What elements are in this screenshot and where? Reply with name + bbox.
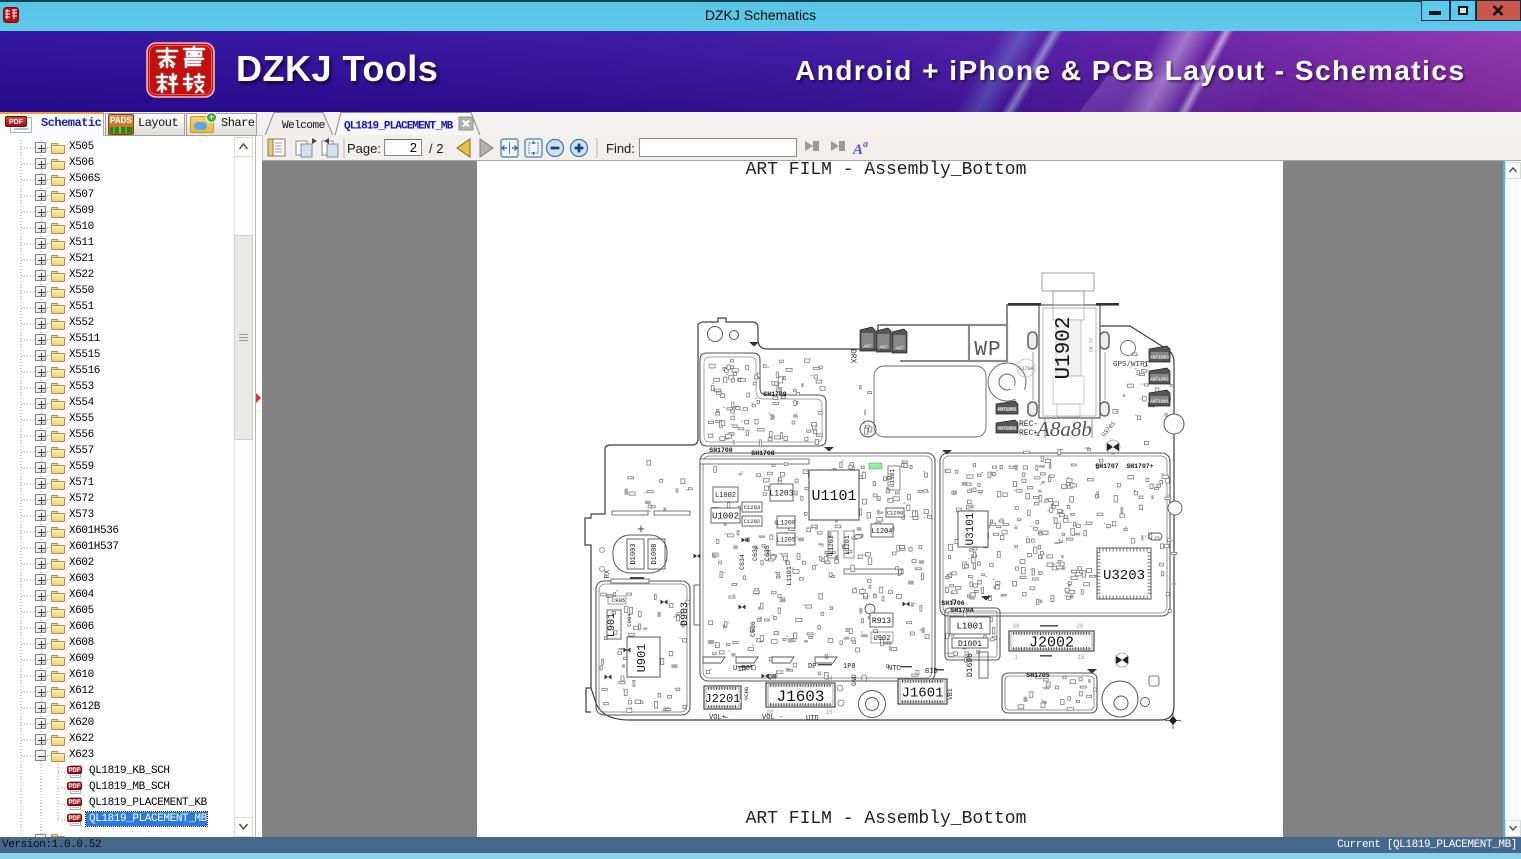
- svg-text:C633: C633: [752, 545, 759, 561]
- svg-text:DP: DP: [808, 663, 816, 671]
- svg-text:SH1706: SH1706: [941, 600, 965, 607]
- svg-text:U901: U901: [635, 644, 649, 673]
- svg-text:D1008: D1008: [651, 543, 659, 564]
- svg-text:VB1: VB1: [947, 688, 954, 700]
- svg-text:15: 15: [825, 709, 833, 716]
- svg-text:XX NO: XX NO: [1087, 337, 1093, 352]
- svg-text:a: a: [863, 139, 868, 150]
- svg-text:D903: D903: [680, 602, 691, 626]
- svg-text:20: 20: [1076, 623, 1084, 630]
- svg-text:ANT: ANT: [895, 346, 903, 352]
- svg-text:DRX: DRX: [848, 349, 857, 364]
- svg-text:U3203: U3203: [1103, 568, 1145, 584]
- svg-text:VCHG: VCHG: [743, 687, 750, 700]
- svg-text:A: A: [852, 142, 863, 158]
- svg-text:L1204: L1204: [871, 528, 892, 536]
- svg-text:WP: WP: [974, 339, 1001, 362]
- svg-text:U1101: U1101: [811, 488, 856, 505]
- svg-text:SH1707+: SH1707+: [1126, 463, 1153, 470]
- svg-text:15: 15: [1077, 654, 1085, 661]
- svg-text:A8a8b: A8a8b: [1035, 417, 1092, 441]
- svg-text:1P8: 1P8: [843, 663, 856, 671]
- svg-text:SH1708: SH1708: [751, 450, 775, 457]
- svg-text:ANT: ANT: [879, 345, 887, 351]
- svg-text:L1202: L1202: [828, 535, 835, 555]
- svg-text:L1201: L1201: [844, 535, 851, 555]
- svg-text:U3101: U3101: [965, 512, 977, 545]
- svg-text:ANT: ANT: [863, 344, 871, 350]
- svg-text:GPS/WIFI: GPS/WIFI: [1113, 361, 1149, 369]
- svg-text:L1001: L1001: [956, 622, 983, 632]
- svg-text:L1205: L1205: [776, 536, 796, 543]
- svg-text:QL1819_PLACEMENT_MB: QL1819_PLACEMENT_MB: [344, 121, 454, 133]
- svg-text:D1606: D1606: [966, 653, 975, 677]
- svg-text:C905: C905: [612, 597, 625, 604]
- svg-text:L1208: L1208: [776, 519, 796, 526]
- svg-text:C636: C636: [750, 621, 757, 637]
- svg-text:D1001: D1001: [958, 640, 982, 649]
- svg-text:ANT1802: ANT1802: [1150, 377, 1169, 383]
- svg-text:VOL -: VOL -: [762, 714, 783, 722]
- svg-text:SH1708: SH1708: [709, 447, 733, 454]
- svg-text:C1209: C1209: [887, 509, 904, 516]
- svg-text:J2201: J2201: [704, 692, 740, 706]
- svg-text:C634: C634: [739, 554, 746, 570]
- svg-text:L1002: L1002: [715, 492, 736, 500]
- svg-text:DM: DM: [768, 674, 776, 682]
- svg-text:SH1705: SH1705: [1026, 672, 1050, 679]
- svg-text:ANT1801: ANT1801: [998, 426, 1017, 432]
- svg-text:1: 1: [1014, 654, 1018, 661]
- svg-text:C1202: C1202: [744, 518, 761, 525]
- svg-text:REC+: REC+: [1019, 429, 1038, 438]
- svg-text:G1101: G1101: [889, 469, 896, 487]
- svg-text:Welcome: Welcome: [282, 120, 325, 132]
- svg-text:GND: GND: [851, 674, 858, 686]
- svg-text:U902: U902: [874, 635, 891, 643]
- svg-text:U3701: U3701: [1100, 420, 1117, 439]
- svg-text:U1002: U1002: [712, 512, 739, 522]
- svg-text:L1203: L1203: [769, 489, 793, 498]
- svg-text:F170A: F170A: [1018, 366, 1033, 372]
- svg-text:SH1707: SH1707: [1095, 463, 1119, 470]
- svg-text:NTC: NTC: [888, 665, 901, 673]
- svg-text:U1902: U1902: [1053, 316, 1076, 379]
- svg-text:—: —: [723, 714, 729, 722]
- svg-text:RX: RX: [604, 569, 612, 578]
- svg-text:J1603: J1603: [776, 688, 824, 706]
- svg-text:ANT1802: ANT1802: [998, 407, 1017, 413]
- svg-text:REC-: REC-: [1019, 420, 1038, 429]
- svg-text:R913: R913: [872, 617, 891, 626]
- svg-text:ANT1801: ANT1801: [1150, 399, 1169, 405]
- svg-text:L901: L901: [607, 613, 618, 637]
- svg-text:L1101: L1101: [786, 566, 793, 586]
- svg-text:C1203: C1203: [744, 504, 761, 511]
- svg-text:C635: C635: [764, 545, 771, 561]
- svg-text:+: +: [637, 522, 645, 537]
- svg-text:SH170A: SH170A: [950, 607, 974, 614]
- svg-text:C904: C904: [626, 613, 633, 627]
- svg-text:14: 14: [825, 675, 833, 682]
- svg-text:ANT1803: ANT1803: [1150, 355, 1169, 361]
- svg-text:J2002: J2002: [1029, 634, 1074, 651]
- svg-text:UID: UID: [806, 715, 819, 723]
- svg-text:J1601: J1601: [901, 686, 943, 702]
- svg-text:SH1709: SH1709: [763, 391, 787, 398]
- svg-text:38: 38: [1012, 623, 1020, 630]
- svg-text:D1003: D1003: [630, 543, 638, 564]
